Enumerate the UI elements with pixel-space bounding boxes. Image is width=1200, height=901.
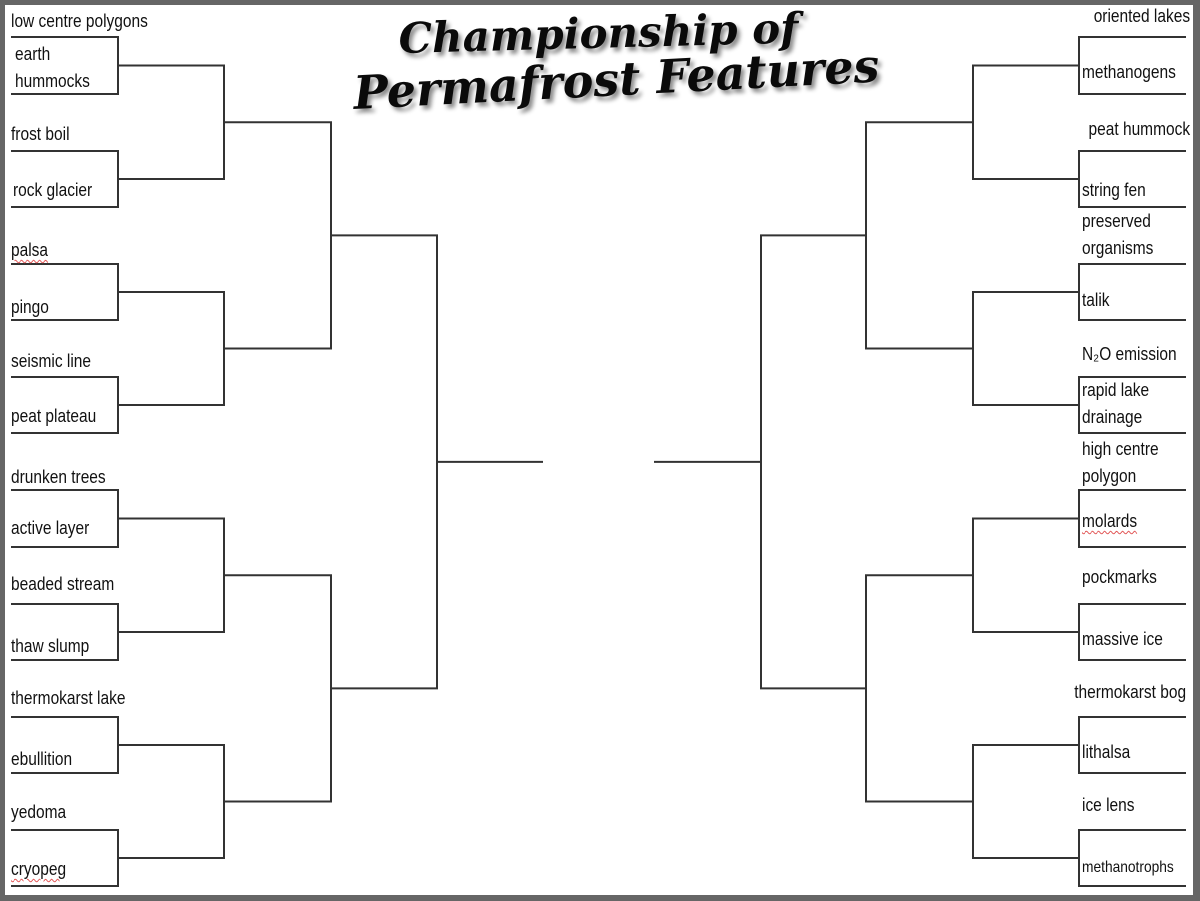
right-round3-bracket	[865, 121, 973, 350]
right-round2-bracket	[972, 744, 1079, 859]
left-slot-4-top[interactable]: seismic line	[11, 348, 91, 375]
left-slot-4-bottom[interactable]: peat plateau	[11, 403, 96, 430]
right-slot-7-bottom[interactable]: lithalsa	[1082, 739, 1130, 766]
right-slot-1-bottom[interactable]: methanogens	[1082, 59, 1176, 86]
right-slot-6-top[interactable]: pockmarks	[1082, 564, 1157, 591]
left-slot-8-bottom[interactable]: cryopeg	[11, 856, 66, 883]
left-slot-3-bottom[interactable]: pingo	[11, 294, 49, 321]
left-round2-bracket	[118, 517, 225, 633]
right-round2-bracket	[972, 64, 1079, 180]
right-slot-5-bottom[interactable]: molards	[1082, 508, 1137, 535]
right-slot-1-top[interactable]: oriented lakes	[1094, 3, 1190, 30]
right-slot-4-top[interactable]: N₂O emission	[1082, 341, 1177, 368]
right-slot-3-top[interactable]: preserved organisms	[1082, 208, 1185, 262]
left-slot-7-top[interactable]: thermokarst lake	[11, 685, 125, 712]
left-slot-1-bottom[interactable]: earth hummocks	[15, 41, 118, 95]
left-semifinal-bracket	[331, 234, 438, 690]
left-slot-2-bottom[interactable]: rock glacier	[13, 177, 92, 204]
left-slot-3-top[interactable]: palsa	[11, 237, 48, 264]
left-round2-bracket	[118, 744, 225, 859]
right-round2-bracket	[972, 291, 1079, 406]
right-slot-5-top[interactable]: high centre polygon	[1082, 436, 1185, 490]
left-slot-5-bottom[interactable]: active layer	[11, 515, 89, 542]
left-slot-1-top[interactable]: low centre polygons	[11, 8, 148, 35]
right-round3-bracket	[865, 574, 973, 803]
left-round3-bracket	[224, 574, 332, 803]
right-slot-8-bottom[interactable]: methanotrophs	[1082, 854, 1174, 881]
left-slot-6-bottom[interactable]: thaw slump	[11, 633, 89, 660]
right-slot-3-bottom[interactable]: talik	[1082, 287, 1110, 314]
right-slot-4-bottom[interactable]: rapid lake drainage	[1082, 377, 1185, 431]
right-semifinal-bracket	[760, 234, 866, 690]
left-slot-8-top[interactable]: yedoma	[11, 799, 66, 826]
right-slot-6-bottom[interactable]: massive ice	[1082, 626, 1163, 653]
right-slot-7-top[interactable]: thermokarst bog	[1074, 679, 1186, 706]
left-slot-7-bottom[interactable]: ebullition	[11, 746, 72, 773]
left-slot-6-top[interactable]: beaded stream	[11, 571, 114, 598]
left-round2-bracket	[118, 64, 225, 180]
left-slot-2-top[interactable]: frost boil	[11, 121, 70, 148]
right-slot-2-bottom[interactable]: string fen	[1082, 177, 1146, 204]
bracket-lines	[11, 36, 1186, 887]
left-slot-5-top[interactable]: drunken trees	[11, 464, 106, 491]
left-round3-bracket	[224, 121, 332, 350]
right-slot-8-top[interactable]: ice lens	[1082, 792, 1134, 819]
right-round2-bracket	[972, 517, 1079, 633]
left-round2-bracket	[118, 291, 225, 406]
right-slot-2-top[interactable]: peat hummock	[1088, 116, 1190, 143]
